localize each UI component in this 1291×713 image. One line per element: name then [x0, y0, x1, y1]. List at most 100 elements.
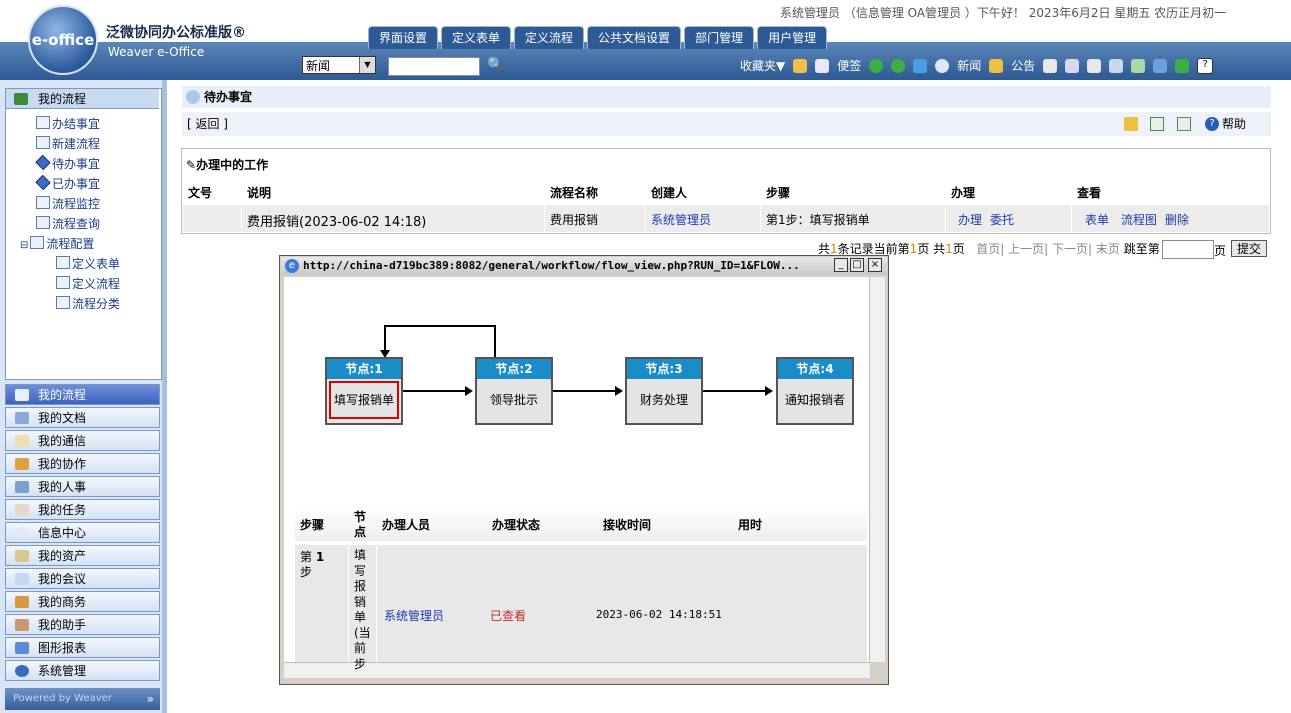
refresh-icon[interactable]	[913, 58, 928, 73]
tab-ui-settings[interactable]: 界面设置	[368, 26, 439, 49]
close-button[interactable]: ×	[868, 258, 882, 272]
gear-icon	[15, 665, 29, 677]
tree-item-flow-category[interactable]: 流程分类	[56, 295, 120, 312]
tab-define-flow[interactable]: 定义流程	[514, 26, 585, 49]
tree-item-done[interactable]: 办结事宜	[36, 115, 100, 132]
flow-node-3[interactable]: 节点:3 财务处理	[625, 357, 703, 425]
help-link[interactable]: 帮助	[1222, 112, 1246, 136]
next-page[interactable]: 下一页	[1052, 242, 1088, 256]
nav-my-tasks[interactable]: 我的任务	[5, 499, 160, 520]
browser-icon: e	[285, 259, 299, 273]
flow-node-2[interactable]: 节点:2 领导批示	[475, 357, 553, 425]
book-icon	[15, 412, 29, 424]
help-icon[interactable]: ?	[1205, 117, 1219, 131]
window-titlebar[interactable]: http://china-d719bc389:8082/general/work…	[281, 257, 887, 275]
tree-item-query[interactable]: 流程查询	[36, 215, 100, 232]
nav-my-meetings[interactable]: 我的会议	[5, 568, 160, 589]
first-page[interactable]: 首页	[976, 242, 1000, 256]
image-icon[interactable]	[1177, 117, 1191, 131]
notice-link[interactable]: 公告	[1011, 57, 1035, 74]
jump-page-input[interactable]	[1162, 240, 1214, 259]
vertical-scrollbar[interactable]	[869, 277, 885, 662]
nav-my-flow[interactable]: 我的流程	[5, 384, 160, 405]
favorites-menu[interactable]: 收藏夹▼	[740, 57, 785, 74]
announce-icon[interactable]	[989, 58, 1004, 73]
collapse-icon[interactable]: ⊟	[20, 240, 28, 251]
top-tabs: 界面设置 定义表单 定义流程 公共文档设置 部门管理 用户管理	[368, 26, 828, 49]
nav-my-docs[interactable]: 我的文档	[5, 407, 160, 428]
form-link[interactable]: 表单	[1085, 211, 1109, 228]
user-icon[interactable]	[1065, 58, 1080, 73]
forward-icon[interactable]	[891, 58, 906, 73]
monitor-icon	[36, 196, 50, 209]
delete-link[interactable]: 删除	[1165, 211, 1189, 228]
tree-item-handled[interactable]: 已办事宜	[35, 174, 100, 192]
expand-icon[interactable]: »	[147, 688, 154, 710]
tree-item-new[interactable]: 新建流程	[36, 135, 100, 152]
tree-item-define-form[interactable]: 定义表单	[56, 255, 120, 272]
home-icon[interactable]	[793, 58, 808, 73]
nav-my-assistant[interactable]: 我的助手	[5, 614, 160, 635]
nav-system[interactable]: 系统管理	[5, 660, 160, 681]
folder-icon[interactable]	[1124, 117, 1138, 131]
tab-dept[interactable]: 部门管理	[684, 26, 755, 49]
mail-icon[interactable]	[1087, 58, 1102, 73]
diamond-icon[interactable]	[1153, 58, 1168, 73]
back-icon[interactable]	[869, 58, 884, 73]
tab-define-form[interactable]: 定义表单	[441, 26, 512, 49]
col-step: 步骤	[300, 518, 325, 532]
flow-node-4[interactable]: 节点:4 通知报销者	[776, 357, 854, 425]
search-input[interactable]	[388, 57, 480, 76]
tree-item-config[interactable]: ⊟ 流程配置	[20, 235, 94, 252]
handle-link[interactable]: 办理	[958, 211, 982, 228]
tree-item-define-flow[interactable]: 定义流程	[56, 275, 120, 292]
news-select[interactable]: 新闻 ▼	[302, 56, 376, 74]
col-person: 办理人员	[382, 518, 431, 532]
person-link[interactable]: 系统管理员	[384, 607, 444, 624]
nav-my-comm[interactable]: 我的通信	[5, 430, 160, 451]
divider	[945, 205, 946, 232]
time-cell: 2023-06-02 14:18:51	[596, 608, 722, 621]
briefcase-icon	[15, 596, 29, 608]
tab-users[interactable]: 用户管理	[757, 26, 828, 49]
sidebar-splitter[interactable]	[162, 80, 167, 713]
tab-public-doc[interactable]: 公共文档设置	[587, 26, 682, 49]
nav-info-center[interactable]: 信息中心	[5, 522, 160, 543]
export-icon[interactable]	[1150, 117, 1164, 131]
tree-item-pending[interactable]: 待办事宜	[35, 154, 100, 172]
help-icon[interactable]: ?	[1197, 57, 1214, 74]
info-icon[interactable]	[935, 58, 950, 73]
search-icon[interactable]: 🔍	[487, 57, 504, 73]
nav-my-collab[interactable]: 我的协作	[5, 453, 160, 474]
nav-my-hr[interactable]: 我的人事	[5, 476, 160, 497]
calendar-icon[interactable]	[1043, 58, 1058, 73]
news-link[interactable]: 新闻	[957, 57, 981, 74]
prev-page[interactable]: 上一页	[1008, 242, 1044, 256]
last-page[interactable]: 末页	[1096, 242, 1120, 256]
nav-reports[interactable]: 图形报表	[5, 637, 160, 658]
step-table-header	[295, 505, 867, 541]
submit-button[interactable]: 提交	[1231, 240, 1267, 257]
entrust-link[interactable]: 委托	[990, 211, 1014, 228]
cell-flow: 费用报销	[550, 213, 599, 227]
horizontal-scrollbar[interactable]	[284, 662, 870, 678]
action-bar: [ 返回 ] ? 帮助	[182, 112, 1271, 136]
creator-link[interactable]: 系统管理员	[651, 211, 711, 228]
nav-my-assets[interactable]: 我的资产	[5, 545, 160, 566]
users-icon[interactable]	[1131, 58, 1146, 73]
minimize-button[interactable]: _	[834, 258, 848, 272]
note-icon[interactable]	[815, 58, 830, 73]
logout-icon[interactable]	[1175, 58, 1190, 73]
section-title: ✎办理中的工作	[186, 158, 269, 172]
wrench-icon[interactable]	[1109, 58, 1124, 73]
maximize-button[interactable]: □	[850, 258, 864, 272]
brand-title: 泛微协同办公标准版®	[106, 25, 246, 41]
col-handle: 办理	[951, 186, 976, 200]
back-link[interactable]: [ 返回 ]	[187, 112, 228, 136]
step-cell: 第 1步	[300, 550, 325, 579]
flowchart-link[interactable]: 流程图	[1121, 211, 1157, 228]
tree-item-monitor[interactable]: 流程监控	[36, 195, 100, 212]
nav-my-business[interactable]: 我的商务	[5, 591, 160, 612]
note-link[interactable]: 便签	[837, 57, 861, 74]
flow-node-1[interactable]: 节点:1 填写报销单	[325, 357, 403, 425]
